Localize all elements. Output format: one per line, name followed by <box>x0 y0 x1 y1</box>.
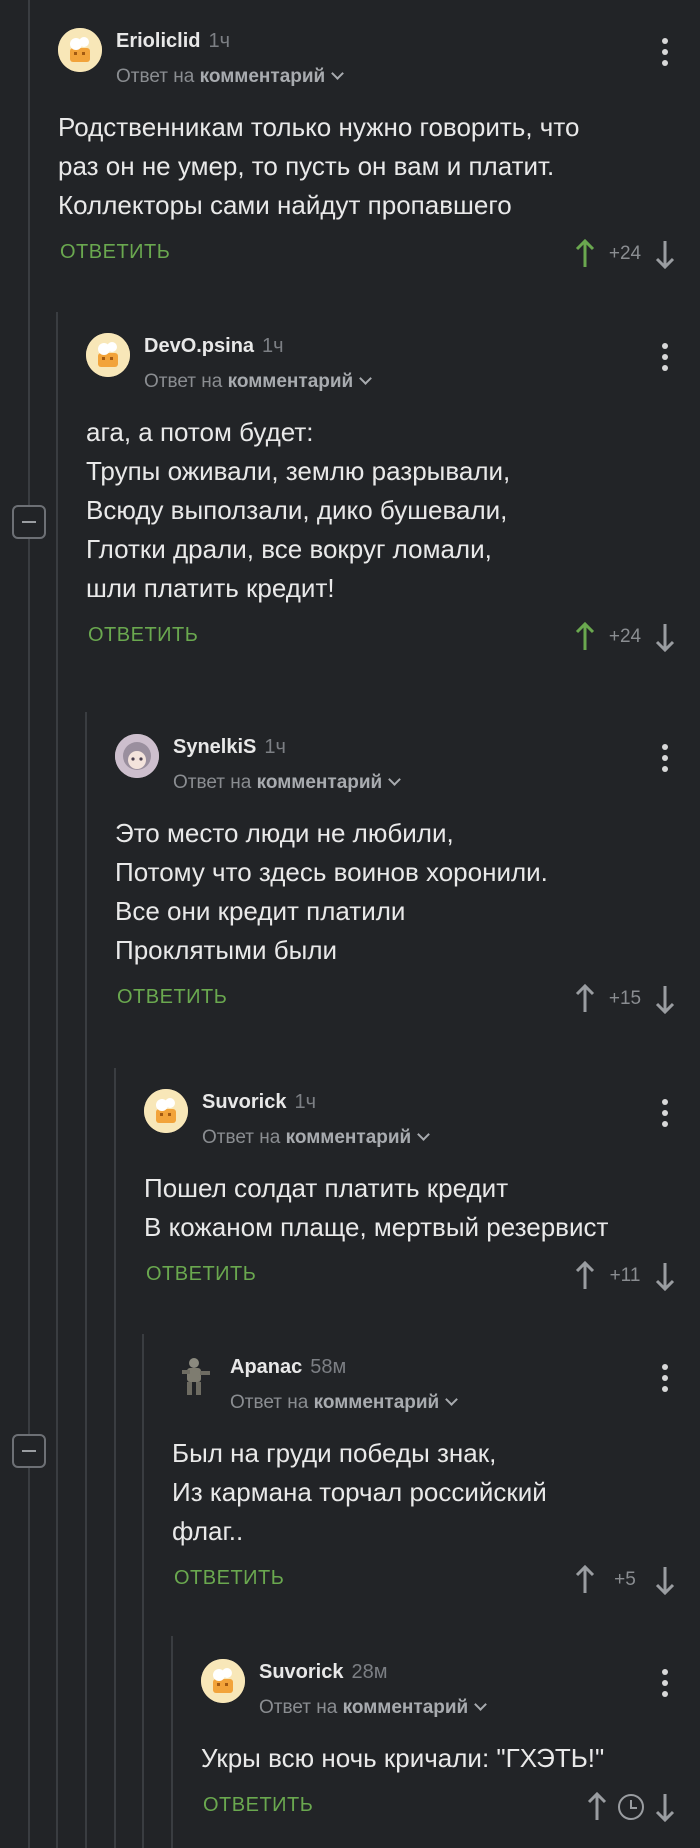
username[interactable]: Erioliclid <box>116 30 200 52</box>
chevron-down-icon <box>445 1393 459 1406</box>
comment-text: Родственникам только нужно говорить, что… <box>58 112 580 220</box>
anime-avatar-icon[interactable] <box>115 734 159 778</box>
pikabu-default-icon[interactable] <box>86 333 130 377</box>
more-menu-icon[interactable] <box>662 1099 668 1132</box>
comment-time: 28м <box>351 1661 388 1683</box>
reply-to-link[interactable]: Ответ на комментарий <box>202 1127 431 1149</box>
downvote-arrow-icon[interactable] <box>654 622 676 652</box>
comment-score: +24 <box>608 243 642 264</box>
downvote-arrow-icon[interactable] <box>654 1565 676 1595</box>
reply-to-link[interactable]: Ответ на комментарий <box>116 66 345 88</box>
reply-to-comment-label: комментарий <box>256 772 383 793</box>
reply-to-link[interactable]: Ответ на комментарий <box>230 1392 459 1414</box>
comment-score: +11 <box>609 1265 641 1286</box>
more-menu-icon[interactable] <box>662 744 668 777</box>
upvote-arrow-icon[interactable] <box>574 239 596 269</box>
thread-line <box>114 1068 116 1848</box>
upvote-arrow-icon[interactable] <box>574 622 596 652</box>
reply-to-comment-label: комментарий <box>285 1127 412 1148</box>
downvote-arrow-icon[interactable] <box>654 984 676 1014</box>
username[interactable]: Suvorick <box>259 1661 343 1683</box>
comment-score: +24 <box>608 626 642 647</box>
reply-to-label: Ответ на <box>259 1697 338 1718</box>
upvote-arrow-icon[interactable] <box>574 984 596 1014</box>
comment-text: Был на груди победы знак, Из кармана тор… <box>172 1438 547 1546</box>
reply-button[interactable]: ОТВЕТИТЬ <box>60 241 170 264</box>
comment-score: +5 <box>614 1569 636 1590</box>
pikabu-default-icon[interactable] <box>58 28 102 72</box>
reply-button[interactable]: ОТВЕТИТЬ <box>88 624 198 647</box>
pikabu-default-icon[interactable] <box>144 1089 188 1133</box>
reply-to-link[interactable]: Ответ на комментарий <box>173 772 402 794</box>
more-menu-icon[interactable] <box>662 38 668 71</box>
username[interactable]: DevO.psina <box>144 335 254 357</box>
downvote-arrow-icon[interactable] <box>654 1792 676 1822</box>
chevron-down-icon <box>474 1698 488 1711</box>
chevron-down-icon <box>359 372 373 385</box>
downvote-arrow-icon[interactable] <box>654 239 676 269</box>
more-menu-icon[interactable] <box>662 1364 668 1397</box>
collapse-thread-button[interactable] <box>12 1434 46 1468</box>
upvote-arrow-icon[interactable] <box>574 1565 596 1595</box>
collapse-thread-button[interactable] <box>12 505 46 539</box>
chevron-down-icon <box>417 1128 431 1141</box>
reply-button[interactable]: ОТВЕТИТЬ <box>203 1794 313 1817</box>
reply-to-label: Ответ на <box>173 772 252 793</box>
clock-icon <box>618 1794 644 1820</box>
reply-button[interactable]: ОТВЕТИТЬ <box>146 1263 256 1286</box>
comment: SynelkiS 1ч Ответ на комментарий Это мест… <box>115 728 700 1022</box>
comment-time: 1ч <box>264 736 286 758</box>
reply-button[interactable]: ОТВЕТИТЬ <box>174 1567 284 1590</box>
more-menu-icon[interactable] <box>662 1669 668 1702</box>
comment: Apanac 58м Ответ на комментарий Был на гр… <box>172 1348 700 1603</box>
upvote-arrow-icon[interactable] <box>586 1792 608 1822</box>
more-menu-icon[interactable] <box>662 343 668 376</box>
comment-score: +15 <box>608 988 642 1009</box>
thread-line <box>142 1334 144 1848</box>
comment-text: ага, а потом будет: Трупы оживали, землю… <box>86 417 511 603</box>
thread-line <box>85 712 87 1848</box>
downvote-arrow-icon[interactable] <box>654 1261 676 1291</box>
username[interactable]: Suvorick <box>202 1091 286 1113</box>
reply-to-link[interactable]: Ответ на комментарий <box>144 371 373 393</box>
reply-to-label: Ответ на <box>116 66 195 87</box>
reply-to-label: Ответ на <box>144 371 223 392</box>
thread-line <box>28 0 30 1848</box>
comment: DevO.psina 1ч Ответ на комментарий ага, а… <box>86 327 700 660</box>
reply-to-comment-label: комментарий <box>313 1392 440 1413</box>
reply-to-comment-label: комментарий <box>342 1697 469 1718</box>
comment-time: 1ч <box>294 1091 317 1113</box>
reply-to-label: Ответ на <box>202 1127 281 1148</box>
reply-to-comment-label: комментарий <box>199 66 326 87</box>
pikabu-default-icon[interactable] <box>201 1659 245 1703</box>
comment-text: Это место люди не любили, Потому что зде… <box>115 818 548 965</box>
thread-line <box>56 312 58 1848</box>
thread-line <box>171 1636 173 1848</box>
reply-to-comment-label: комментарий <box>227 371 354 392</box>
reply-button[interactable]: ОТВЕТИТЬ <box>117 986 227 1009</box>
username[interactable]: SynelkiS <box>173 736 256 758</box>
soldier-avatar-icon[interactable] <box>172 1354 216 1398</box>
comment: Suvorick 28м Ответ на комментарий Укры вс… <box>201 1653 700 1830</box>
comment-time: 1ч <box>262 335 284 357</box>
comment-time: 1ч <box>208 30 231 52</box>
chevron-down-icon <box>388 773 402 786</box>
reply-to-label: Ответ на <box>230 1392 309 1413</box>
comment: Erioliclid 1ч Ответ на комментарий Родств… <box>58 22 700 277</box>
username[interactable]: Apanac <box>230 1356 302 1378</box>
comment-text: Укры всю ночь кричали: "ГХЭТЬ!" <box>201 1743 605 1773</box>
chevron-down-icon <box>331 67 345 80</box>
comment: Suvorick 1ч Ответ на комментарий Пошел со… <box>144 1083 700 1299</box>
comment-time: 58м <box>310 1356 347 1378</box>
upvote-arrow-icon[interactable] <box>574 1261 596 1291</box>
comment-text: Пошел солдат платить кредит В кожаном пл… <box>144 1173 609 1242</box>
reply-to-link[interactable]: Ответ на комментарий <box>259 1697 488 1719</box>
